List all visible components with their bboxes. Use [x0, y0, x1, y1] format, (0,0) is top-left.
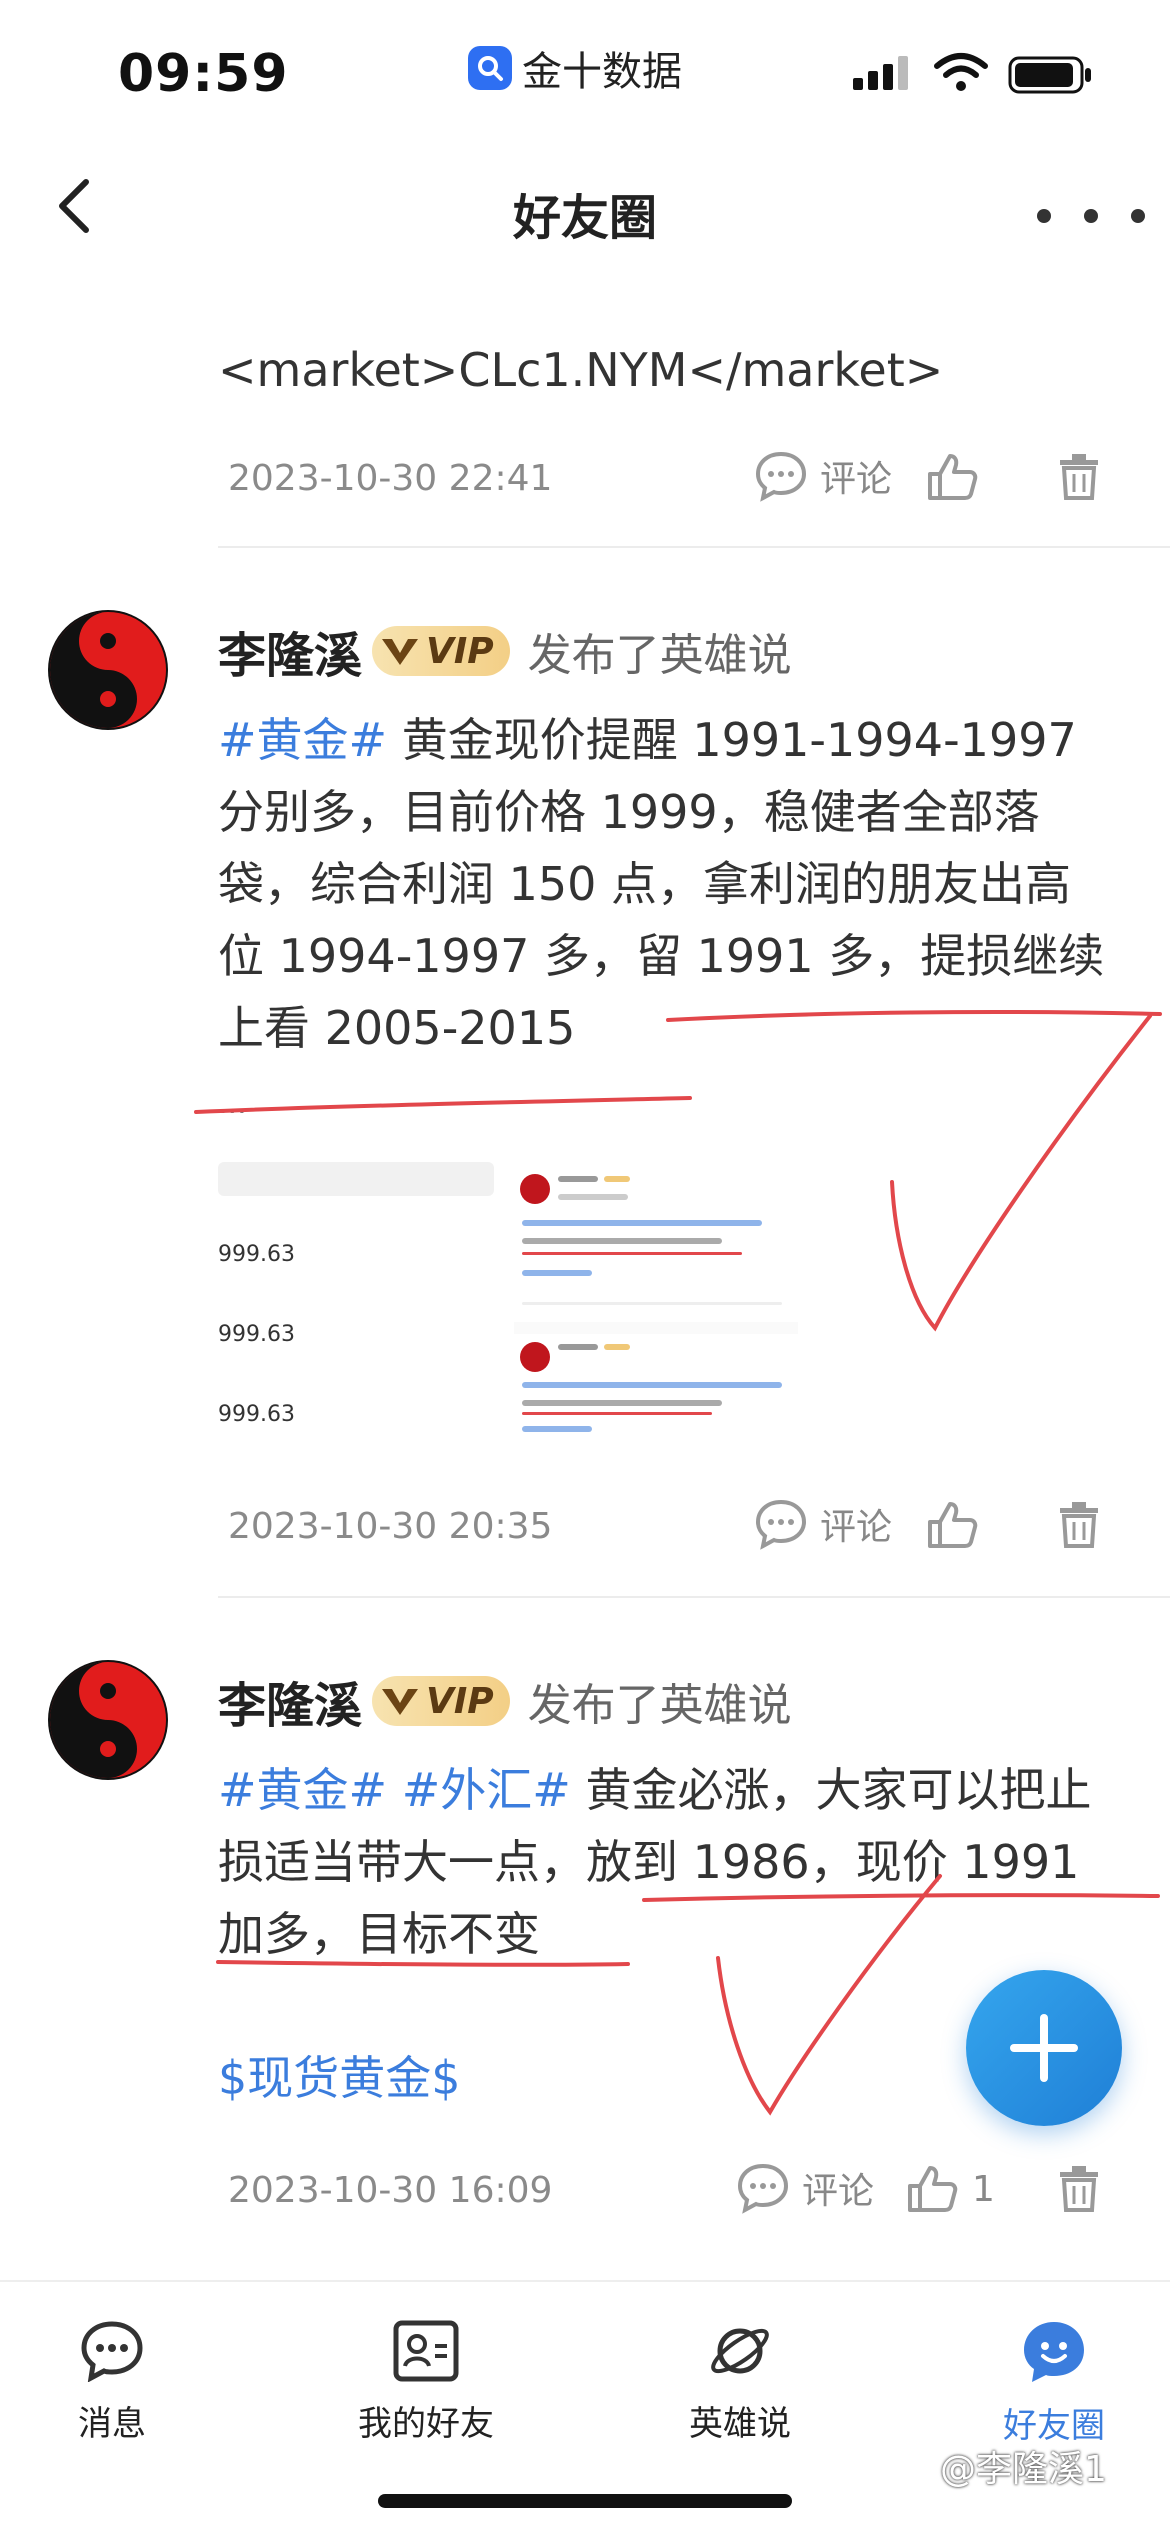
planet-icon — [711, 2328, 769, 2374]
preview-header — [218, 1162, 494, 1196]
smile-bubble-icon — [1024, 2322, 1084, 2382]
vip-crown-icon — [382, 1689, 419, 1715]
hashtag-forex[interactable]: #外汇# — [402, 1763, 571, 1817]
more-options-button[interactable] — [1036, 188, 1146, 234]
preview-card — [514, 1334, 798, 1442]
post-divider — [218, 546, 1170, 548]
avatar[interactable] — [48, 1660, 168, 1780]
watermark: @李隆溪1 — [940, 2449, 1107, 2490]
expand-ellipsis[interactable]: ... — [218, 1086, 247, 1121]
like-button[interactable] — [926, 452, 980, 506]
delete-button[interactable] — [1058, 1502, 1100, 1552]
post-timestamp: 2023-10-30 20:35 — [228, 1506, 553, 1547]
comment-label: 评论 — [820, 1507, 893, 1548]
feed-preview — [514, 1162, 798, 1442]
yin-yang-seal-icon — [50, 612, 166, 728]
post-line: 加多，目标不变 — [218, 1907, 540, 1961]
like-button[interactable] — [926, 1500, 980, 1554]
post-line: 袋，综合利润 150 点，拿利润的朋友出高 — [218, 857, 1072, 911]
message-icon — [81, 2321, 143, 2382]
delete-button[interactable] — [1058, 2166, 1100, 2216]
trash-icon — [1060, 1502, 1098, 1548]
preview-price: 999.63 — [218, 1242, 295, 1267]
publish-action: 发布了英雄说 — [527, 630, 792, 681]
post-line-text: 黄金现价提醒 1991-1994-1997 — [401, 713, 1077, 767]
vip-crown-icon — [382, 639, 419, 665]
hashtag-gold[interactable]: #黄金# — [218, 713, 387, 767]
post-text: <market>CLc1.NYM</market> — [218, 343, 944, 397]
tab-label: 我的好友 — [358, 2404, 494, 2444]
contact-card-icon — [393, 2320, 459, 2382]
tab-label: 消息 — [78, 2404, 146, 2444]
user-name[interactable]: 李隆溪 — [218, 616, 362, 686]
tab-messages[interactable]: 消息 — [12, 2320, 212, 2445]
status-time: 09:59 — [118, 44, 289, 104]
tab-label: 英雄说 — [689, 2404, 791, 2444]
back-button[interactable] — [44, 176, 104, 236]
comment-bubble-icon — [755, 451, 807, 502]
post-line: 分别多，目前价格 1999，稳健者全部落 — [218, 785, 1040, 839]
thumbs-up-icon — [908, 2166, 958, 2212]
like-button[interactable]: 1 — [906, 2164, 995, 2214]
post-line-text: 黄金必涨，大家可以把止 — [585, 1763, 1092, 1817]
preview-price: 999.63 — [218, 1322, 295, 1347]
symbol-link[interactable]: $现货黄金$ — [218, 2042, 461, 2114]
comment-button[interactable]: 评论 — [754, 1498, 892, 1550]
post-line: 位 1994-1997 多，留 1991 多，提损继续 — [218, 929, 1105, 983]
vip-label: VIP — [426, 1680, 494, 1722]
post-timestamp: 2023-10-30 22:41 — [228, 458, 553, 499]
wifi-icon — [934, 53, 988, 91]
comment-button[interactable]: 评论 — [736, 2162, 874, 2214]
trash-icon — [1060, 454, 1098, 500]
post-line: 损适当带大一点，放到 1986，现价 1991 — [218, 1835, 1080, 1889]
tab-heroes[interactable]: 英雄说 — [640, 2320, 840, 2445]
comment-label: 评论 — [820, 459, 893, 500]
chevron-left-icon — [59, 179, 89, 233]
plus-icon — [1010, 2014, 1078, 2082]
delete-button[interactable] — [1058, 454, 1100, 504]
battery-icon — [1008, 56, 1091, 94]
comment-bubble-icon — [755, 1499, 807, 1550]
post-line: #黄金# 黄金现价提醒 1991-1994-1997 — [218, 704, 1118, 776]
thumbs-up-icon — [928, 1502, 978, 1548]
app-name: 金十数据 — [522, 49, 682, 95]
create-post-button[interactable] — [966, 1970, 1122, 2126]
vip-label: VIP — [426, 630, 494, 672]
tab-friend-circle[interactable]: 好友圈 — [954, 2320, 1154, 2447]
comment-button[interactable]: 评论 — [754, 450, 892, 502]
post-line: #黄金# #外汇# 黄金必涨，大家可以把止 — [218, 1754, 1118, 1826]
home-indicator[interactable] — [378, 2494, 792, 2508]
preview-price: 999.63 — [218, 1402, 295, 1427]
thumbs-up-icon — [928, 454, 978, 500]
like-count: 1 — [972, 2168, 995, 2210]
avatar[interactable] — [48, 610, 168, 730]
app-search-icon — [468, 46, 512, 90]
vip-badge: VIP — [372, 1676, 510, 1726]
post-divider — [218, 1596, 1170, 1598]
preview-avatar — [520, 1342, 550, 1372]
post-line: 上看 2005-2015 — [218, 1001, 576, 1055]
publish-action: 发布了英雄说 — [527, 1680, 792, 1731]
post-timestamp: 2023-10-30 16:09 — [228, 2170, 553, 2211]
more-dots-icon — [1037, 209, 1145, 223]
post-header: 李隆溪 VIP 发布了英雄说 — [218, 1666, 792, 1736]
yin-yang-seal-icon — [50, 1662, 166, 1778]
post-header: 李隆溪 VIP 发布了英雄说 — [218, 616, 792, 686]
hashtag-gold[interactable]: #黄金# — [218, 1763, 387, 1817]
tab-my-friends[interactable]: 我的好友 — [326, 2320, 526, 2445]
preview-card — [514, 1162, 798, 1322]
user-name[interactable]: 李隆溪 — [218, 1666, 362, 1736]
comment-label: 评论 — [802, 2171, 875, 2212]
preview-avatar — [520, 1174, 550, 1204]
app-indicator: 金十数据 — [468, 40, 682, 96]
post-image[interactable]: 999.63 999.63 999.63 — [218, 1162, 798, 1442]
trash-icon — [1060, 2166, 1098, 2212]
cellular-signal-icon — [853, 56, 908, 90]
post-body: #黄金# 黄金现价提醒 1991-1994-1997 分别多，目前价格 1999… — [218, 704, 1118, 1064]
page-title: 好友圈 — [512, 190, 657, 246]
comment-bubble-icon — [737, 2163, 789, 2214]
post-body: #黄金# #外汇# 黄金必涨，大家可以把止 损适当带大一点，放到 1986，现价… — [218, 1754, 1118, 1970]
vip-badge: VIP — [372, 626, 510, 676]
price-list-preview: 999.63 999.63 999.63 — [218, 1162, 494, 1442]
